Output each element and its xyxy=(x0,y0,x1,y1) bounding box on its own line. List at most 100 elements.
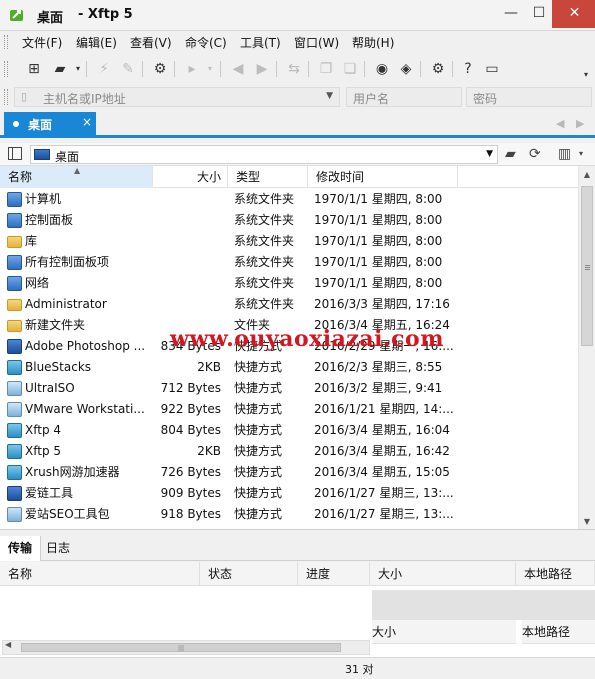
menu-file[interactable]: 文件(F) xyxy=(22,34,62,51)
path-input[interactable]: 桌面 ▼ xyxy=(30,145,498,164)
connect-icon[interactable]: ⚡ xyxy=(94,59,114,79)
file-row[interactable]: 网络 系统文件夹 1970/1/1 星期四, 8:00 xyxy=(0,273,578,294)
vertical-scrollbar[interactable]: ▲ ▼ xyxy=(578,166,595,529)
tab-log[interactable]: 日志 xyxy=(38,536,78,561)
file-name: BlueStacks xyxy=(25,360,92,374)
tab-label: 桌面 xyxy=(28,118,53,132)
column-type[interactable]: 类型 xyxy=(228,166,308,188)
menu-edit[interactable]: 编辑(E) xyxy=(76,34,117,51)
password-input[interactable]: 密码 xyxy=(466,87,592,107)
open-folder-icon[interactable]: ▰ xyxy=(50,59,70,79)
file-modified: 1970/1/1 星期四, 8:00 xyxy=(314,192,443,206)
file-row[interactable]: 爱站SEO工具包 918 Bytes 快捷方式 2016/1/27 星期三, 13:.… xyxy=(0,504,578,525)
forward-icon[interactable]: ▶ xyxy=(252,59,272,79)
file-size: 726 Bytes xyxy=(160,465,221,479)
file-modified: 1970/1/1 星期四, 8:00 xyxy=(314,234,443,248)
column-size-label: 大小 xyxy=(196,170,221,184)
file-modified: 2016/3/4 星期五, 16:04 xyxy=(314,423,450,437)
horizontal-scroll-grip: ||| xyxy=(178,645,185,652)
disconnect-icon[interactable]: ✎ xyxy=(118,59,138,79)
file-row[interactable]: 爱链工具 909 Bytes 快捷方式 2016/1/27 星期三, 13:... xyxy=(0,483,578,504)
transfer-column-size-2: 大小 xyxy=(372,620,516,644)
maximize-button[interactable]: ☐ xyxy=(524,0,554,28)
transfer-column-local-path[interactable]: 本地路径 xyxy=(516,562,595,586)
file-row[interactable]: Xftp 4 804 Bytes 快捷方式 2016/3/4 星期五, 16:04 xyxy=(0,420,578,441)
menu-tools[interactable]: 工具(T) xyxy=(240,34,281,51)
toolbar-separator xyxy=(308,61,309,77)
file-modified: 2016/3/2 星期三, 9:41 xyxy=(314,381,443,395)
menu-view[interactable]: 查看(V) xyxy=(130,34,172,51)
horizontal-scrollbar[interactable]: ◀ ||| xyxy=(2,640,370,655)
transfer-column-name[interactable]: 名称 xyxy=(0,562,200,586)
terminal-dropdown-icon[interactable]: ▾ xyxy=(200,59,220,79)
path-dropdown-icon[interactable]: ▼ xyxy=(486,149,493,159)
tab-desktop[interactable]: 桌面 × xyxy=(4,112,96,135)
settings-gear-icon[interactable]: ⚙ xyxy=(428,59,448,79)
menubar-grip[interactable] xyxy=(4,35,8,49)
host-dropdown-icon[interactable]: ▼ xyxy=(326,91,333,101)
new-session-icon[interactable]: ⊞ xyxy=(24,59,44,79)
open-dropdown-icon[interactable]: ▾ xyxy=(68,59,88,79)
file-name: Xftp 4 xyxy=(25,423,62,437)
pane-toggle-icon[interactable] xyxy=(8,147,22,160)
scroll-left-icon[interactable]: ◀ xyxy=(5,640,11,649)
close-button[interactable]: ✕ xyxy=(552,0,595,28)
file-row[interactable]: Administrator 系统文件夹 2016/3/3 星期四, 17:16 xyxy=(0,294,578,315)
column-modified[interactable]: 修改时间 xyxy=(308,166,458,188)
toolbar-grip[interactable] xyxy=(4,61,8,77)
scroll-thumb[interactable] xyxy=(581,186,593,346)
file-size: 712 Bytes xyxy=(160,381,221,395)
file-row[interactable]: 库 系统文件夹 1970/1/1 星期四, 8:00 xyxy=(0,231,578,252)
copy-icon[interactable]: ❐ xyxy=(316,59,336,79)
transfer-column-status[interactable]: 状态 xyxy=(200,562,298,586)
toolbar-overflow-icon[interactable]: ▾ xyxy=(576,65,595,85)
file-size xyxy=(153,273,221,294)
file-row[interactable]: BlueStacks 2KB 快捷方式 2016/2/3 星期三, 8:55 xyxy=(0,357,578,378)
xftp-icon xyxy=(7,444,22,459)
properties-icon[interactable]: ⚙ xyxy=(150,59,170,79)
file-name: 爱链工具 xyxy=(25,486,74,500)
file-row[interactable]: 所有控制面板项 系统文件夹 1970/1/1 星期四, 8:00 xyxy=(0,252,578,273)
tab-prev-icon[interactable]: ◀ xyxy=(556,117,564,130)
scroll-up-icon[interactable]: ▲ xyxy=(579,166,595,183)
terminal-icon[interactable]: ▸ xyxy=(182,59,202,79)
menu-help[interactable]: 帮助(H) xyxy=(352,34,394,51)
transfer-column-size[interactable]: 大小 xyxy=(370,562,516,586)
menu-window[interactable]: 窗口(W) xyxy=(294,34,339,51)
minimize-button[interactable]: — xyxy=(496,0,526,28)
view-mode-icon[interactable]: ▥ xyxy=(558,146,571,162)
addressbar-grip[interactable] xyxy=(4,89,8,105)
file-row[interactable]: 计算机 系统文件夹 1970/1/1 星期四, 8:00 xyxy=(0,189,578,210)
menu-command[interactable]: 命令(C) xyxy=(185,34,227,51)
transfer-column-progress[interactable]: 进度 xyxy=(298,562,370,586)
column-size[interactable]: 大小 xyxy=(153,166,228,188)
sync-icon[interactable]: ⇆ xyxy=(284,59,304,79)
tab-close-icon[interactable]: × xyxy=(82,115,92,129)
comment-icon[interactable]: ▭ xyxy=(482,59,502,79)
horizontal-scroll-thumb[interactable]: ||| xyxy=(21,643,341,652)
paste-icon[interactable]: ❏ xyxy=(340,59,360,79)
tab-next-icon[interactable]: ▶ xyxy=(576,117,584,130)
username-input[interactable]: 用户名 xyxy=(346,87,462,107)
file-type: 快捷方式 xyxy=(234,402,283,416)
back-icon[interactable]: ◀ xyxy=(228,59,248,79)
file-row[interactable]: Xrush网游加速器 726 Bytes 快捷方式 2016/3/4 星期五, 15:… xyxy=(0,462,578,483)
file-row[interactable]: 控制面板 系统文件夹 1970/1/1 星期四, 8:00 xyxy=(0,210,578,231)
column-name[interactable]: ▲ 名称 xyxy=(0,166,153,188)
file-row[interactable]: UltraISO 712 Bytes 快捷方式 2016/3/2 星期三, 9:41 xyxy=(0,378,578,399)
file-type: 快捷方式 xyxy=(234,507,283,521)
file-row[interactable]: Xftp 5 2KB 快捷方式 2016/3/4 星期五, 16:42 xyxy=(0,441,578,462)
file-size xyxy=(153,252,221,273)
file-modified: 2016/2/3 星期三, 8:55 xyxy=(314,360,443,374)
scroll-down-icon[interactable]: ▼ xyxy=(579,513,595,529)
status-object-count: 31 对 xyxy=(345,663,374,676)
help-icon[interactable]: ? xyxy=(458,59,478,79)
view-mode-dropdown-icon[interactable]: ▾ xyxy=(579,149,583,158)
refresh-icon[interactable]: ⟳ xyxy=(529,146,541,162)
parent-folder-icon[interactable]: ▰ xyxy=(505,146,516,162)
file-row[interactable]: VMware Workstati... 922 Bytes 快捷方式 2016/1/2… xyxy=(0,399,578,420)
tab-transfer[interactable]: 传输 xyxy=(0,536,42,561)
host-input[interactable]: ▯ 主机名或IP地址 ▼ xyxy=(14,87,340,107)
xshell-icon[interactable]: ◉ xyxy=(372,59,392,79)
xmanager-icon[interactable]: ◈ xyxy=(396,59,416,79)
